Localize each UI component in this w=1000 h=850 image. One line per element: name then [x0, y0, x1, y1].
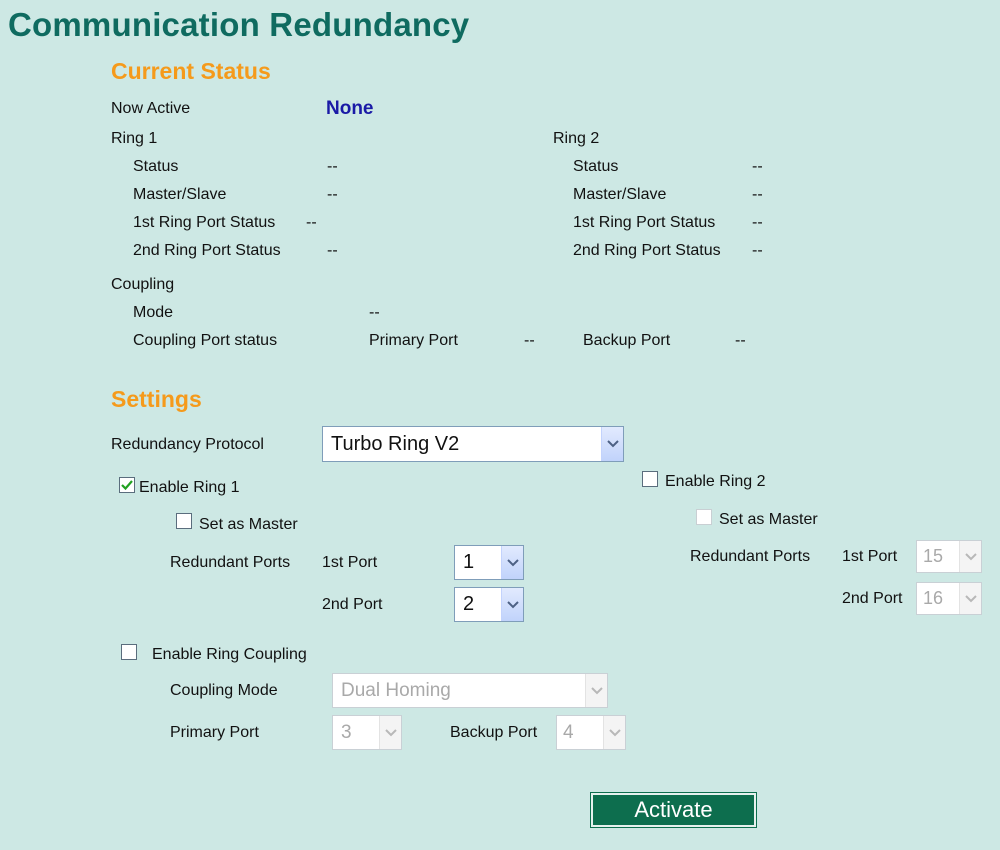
redundancy-protocol-label: Redundancy Protocol	[111, 436, 264, 453]
coupling-primary-port-setting-label: Primary Port	[170, 724, 259, 741]
enable-ring-coupling-label: Enable Ring Coupling	[152, 646, 307, 663]
ring1-port2-select[interactable]: 2	[454, 587, 524, 622]
coupling-mode-setting-value: Dual Homing	[341, 679, 451, 701]
coupling-backup-port-setting-value: 4	[563, 721, 574, 743]
ring2-port2-select[interactable]: 16	[916, 582, 982, 615]
ring2-master-label: Master/Slave	[573, 186, 667, 203]
ring2-redundant-ports-label: Redundant Ports	[690, 548, 811, 565]
ring2-port2-status-label: 2nd Ring Port Status	[573, 242, 721, 259]
chevron-down-icon	[501, 588, 523, 621]
ring2-port1-value: 15	[923, 546, 944, 566]
ring1-port2-value: 2	[463, 593, 475, 615]
ring1-port2-label: 2nd Port	[322, 596, 383, 613]
page-title: Communication Redundancy	[8, 6, 470, 43]
ring1-master-label: Master/Slave	[133, 186, 227, 203]
now-active-value: None	[326, 98, 374, 119]
coupling-mode-label: Mode	[133, 304, 174, 321]
ring1-port1-select[interactable]: 1	[454, 545, 524, 580]
ring2-port1-label: 1st Port	[842, 548, 898, 565]
ring1-redundant-ports-label: Redundant Ports	[170, 554, 291, 571]
coupling-backup-port-select[interactable]: 4	[556, 715, 626, 750]
now-active-label: Now Active	[111, 100, 191, 117]
chevron-down-icon	[379, 716, 401, 749]
coupling-backup-port-setting-label: Backup Port	[450, 724, 538, 741]
chevron-down-icon	[585, 674, 607, 707]
ring1-status-heading: Ring 1	[111, 130, 158, 147]
enable-ring1-checkbox[interactable]	[119, 477, 135, 493]
ring2-port1-status-label: 1st Ring Port Status	[573, 214, 716, 231]
settings-heading: Settings	[111, 386, 202, 412]
ring1-port2-status-label: 2nd Ring Port Status	[133, 242, 281, 259]
coupling-primary-port-label: Primary Port	[369, 332, 458, 349]
ring2-set-master-label: Set as Master	[719, 511, 818, 528]
coupling-mode-select[interactable]: Dual Homing	[332, 673, 608, 708]
coupling-status-heading: Coupling	[111, 276, 175, 293]
coupling-mode-setting-label: Coupling Mode	[170, 682, 278, 699]
coupling-backup-port-label: Backup Port	[583, 332, 671, 349]
coupling-mode-value: --	[369, 304, 380, 321]
coupling-primary-port-value: --	[524, 332, 535, 349]
ring2-port2-label: 2nd Port	[842, 590, 903, 607]
ring1-port1-status-label: 1st Ring Port Status	[133, 214, 276, 231]
checkmark-icon	[121, 480, 133, 491]
redundancy-protocol-value: Turbo Ring V2	[331, 432, 460, 455]
enable-ring-coupling-checkbox[interactable]	[121, 644, 137, 660]
enable-ring1-label: Enable Ring 1	[139, 479, 240, 496]
coupling-primary-port-select[interactable]: 3	[332, 715, 402, 750]
ring1-port1-status-value: --	[306, 214, 317, 231]
ring2-port2-status-value: --	[752, 242, 763, 259]
ring2-status-value: --	[752, 158, 763, 175]
ring1-port1-label: 1st Port	[322, 554, 378, 571]
ring1-set-master-label: Set as Master	[199, 516, 298, 533]
coupling-port-status-label: Coupling Port status	[133, 332, 278, 349]
ring1-status-label: Status	[133, 158, 179, 175]
ring1-port1-value: 1	[463, 551, 475, 573]
ring1-master-value: --	[327, 186, 338, 203]
chevron-down-icon	[959, 541, 981, 572]
ring2-port1-status-value: --	[752, 214, 763, 231]
enable-ring2-checkbox[interactable]	[642, 471, 658, 487]
ring2-set-master-checkbox[interactable]	[696, 509, 712, 525]
chevron-down-icon	[603, 716, 625, 749]
current-status-heading: Current Status	[111, 58, 271, 84]
ring2-status-heading: Ring 2	[553, 130, 600, 147]
coupling-primary-port-setting-value: 3	[341, 721, 352, 743]
coupling-backup-port-value: --	[735, 332, 746, 349]
ring2-master-value: --	[752, 186, 763, 203]
ring2-port2-value: 16	[923, 588, 944, 608]
chevron-down-icon	[959, 583, 981, 614]
redundancy-protocol-select[interactable]: Turbo Ring V2	[322, 426, 624, 462]
ring1-set-master-checkbox[interactable]	[176, 513, 192, 529]
activate-button[interactable]: Activate	[590, 792, 757, 828]
ring1-status-value: --	[327, 158, 338, 175]
chevron-down-icon	[501, 546, 523, 579]
chevron-down-icon	[601, 427, 623, 461]
ring2-port1-select[interactable]: 15	[916, 540, 982, 573]
ring1-port2-status-value: --	[327, 242, 338, 259]
ring2-status-label: Status	[573, 158, 619, 175]
enable-ring2-label: Enable Ring 2	[665, 473, 766, 490]
